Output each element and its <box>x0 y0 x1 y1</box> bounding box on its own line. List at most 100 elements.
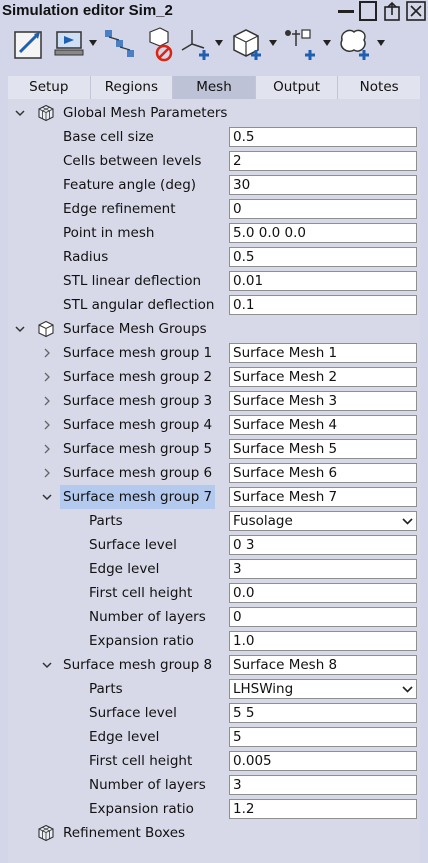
param-label: Expansion ratio <box>89 801 194 817</box>
tree-node-label: Refinement Boxes <box>63 825 186 841</box>
chevron-down-icon[interactable] <box>41 491 53 503</box>
mesh-network-icon[interactable] <box>102 26 136 62</box>
feature-angle-input[interactable]: 30 <box>229 175 417 195</box>
tab-mesh[interactable]: Mesh <box>173 76 256 99</box>
surface-group-row-selected[interactable]: Surface mesh group 7 Surface Mesh 7 <box>0 485 428 509</box>
chevron-right-icon[interactable] <box>41 395 53 407</box>
chevron-right-icon[interactable] <box>41 443 53 455</box>
stl-linear-deflection-input[interactable]: 0.01 <box>229 271 417 291</box>
expansion-ratio-input[interactable]: 1.0 <box>229 631 417 651</box>
surface-group-row[interactable]: Surface mesh group 2 Surface Mesh 2 <box>0 365 428 389</box>
point-in-mesh-input[interactable]: 5.0 0.0 0.0 <box>229 223 417 243</box>
surface-group-name-input[interactable]: Surface Mesh 5 <box>229 439 417 459</box>
detach-icon[interactable] <box>382 1 402 21</box>
surface-group-row[interactable]: Surface mesh group 3 Surface Mesh 3 <box>0 389 428 413</box>
mesh-cube-icon <box>38 824 54 842</box>
surface-group-name-input[interactable]: Surface Mesh 6 <box>229 463 417 483</box>
param-label: Point in mesh <box>63 225 155 241</box>
chevron-right-icon[interactable] <box>41 371 53 383</box>
tab-notes[interactable]: Notes <box>338 76 420 99</box>
surface-group-row[interactable]: Surface mesh group 8 Surface Mesh 8 <box>0 653 428 677</box>
param-label: Number of layers <box>89 777 206 793</box>
surface-group-name-input[interactable]: Surface Mesh 1 <box>229 343 417 363</box>
param-label: Surface level <box>89 705 177 721</box>
chevron-down-icon[interactable] <box>214 39 224 47</box>
param-label: Edge level <box>89 729 160 745</box>
add-surface-icon[interactable] <box>336 26 372 62</box>
surface-cube-icon <box>38 320 54 338</box>
first-cell-height-input[interactable]: 0.0 <box>229 583 417 603</box>
first-cell-height-input[interactable]: 0.005 <box>229 751 417 771</box>
base-cell-size-input[interactable]: 0.5 <box>229 127 417 147</box>
param-row: Point in mesh 5.0 0.0 0.0 <box>0 221 428 245</box>
param-label: Parts <box>89 681 123 697</box>
tree-node-surface-groups[interactable]: Surface Mesh Groups <box>0 317 428 341</box>
param-label: STL linear deflection <box>63 273 202 289</box>
surface-group-label: Surface mesh group 8 <box>63 657 213 673</box>
surface-group-row[interactable]: Surface mesh group 5 Surface Mesh 5 <box>0 437 428 461</box>
tab-setup[interactable]: Setup <box>8 76 91 99</box>
surface-group-row[interactable]: Surface mesh group 4 Surface Mesh 4 <box>0 413 428 437</box>
tree-node-refinement-boxes[interactable]: Refinement Boxes <box>0 821 428 845</box>
toolbar <box>0 22 428 66</box>
number-of-layers-input[interactable]: 3 <box>229 775 417 795</box>
param-label: Feature angle (deg) <box>63 177 197 193</box>
chevron-right-icon[interactable] <box>41 467 53 479</box>
surface-group-name-input[interactable]: Surface Mesh 8 <box>229 655 417 675</box>
chevron-right-icon[interactable] <box>41 419 53 431</box>
tree-node-label: Surface Mesh Groups <box>63 321 207 337</box>
param-label: First cell height <box>89 753 193 769</box>
surface-group-label: Surface mesh group 7 <box>60 485 216 509</box>
surface-group-name-input[interactable]: Surface Mesh 2 <box>229 367 417 387</box>
edge-refinement-input[interactable]: 0 <box>229 199 417 219</box>
surface-level-input[interactable]: 5 5 <box>229 703 417 723</box>
chevron-down-icon[interactable] <box>14 323 26 335</box>
edge-level-input[interactable]: 3 <box>229 559 417 579</box>
cells-between-levels-input[interactable]: 2 <box>229 151 417 171</box>
chevron-down-icon[interactable] <box>268 39 278 47</box>
chevron-down-icon[interactable] <box>41 659 53 671</box>
param-label: STL angular deflection <box>63 297 215 313</box>
import-icon[interactable] <box>12 26 46 62</box>
surface-group-name-input[interactable]: Surface Mesh 7 <box>229 487 417 507</box>
tab-regions[interactable]: Regions <box>90 76 174 99</box>
param-row: Expansion ratio 1.2 <box>0 797 428 821</box>
tab-output[interactable]: Output <box>255 76 339 99</box>
maximize-icon[interactable] <box>358 1 378 21</box>
tree-node-global[interactable]: Global Mesh Parameters <box>0 101 428 125</box>
mesh-cube-icon <box>38 104 54 122</box>
param-row: STL angular deflection 0.1 <box>0 293 428 317</box>
surface-group-label: Surface mesh group 2 <box>63 369 213 385</box>
chevron-down-icon[interactable] <box>322 39 332 47</box>
param-label: Radius <box>63 249 109 265</box>
minimize-icon[interactable] <box>336 1 356 21</box>
parts-select[interactable]: Fusolage <box>229 511 417 531</box>
param-row: Number of layers 0 <box>0 605 428 629</box>
surface-level-input[interactable]: 0 3 <box>229 535 417 555</box>
add-box-icon[interactable] <box>230 26 264 62</box>
radius-input[interactable]: 0.5 <box>229 247 417 267</box>
number-of-layers-input[interactable]: 0 <box>229 607 417 627</box>
surface-group-row[interactable]: Surface mesh group 6 Surface Mesh 6 <box>0 461 428 485</box>
chevron-down-icon[interactable] <box>88 39 98 47</box>
surface-group-name-input[interactable]: Surface Mesh 4 <box>229 415 417 435</box>
param-label: Cells between levels <box>63 153 202 169</box>
param-row: Surface level 5 5 <box>0 701 428 725</box>
add-axis-icon[interactable] <box>180 26 214 62</box>
close-icon[interactable] <box>406 1 426 21</box>
chevron-right-icon[interactable] <box>41 347 53 359</box>
chevron-down-icon <box>402 518 413 525</box>
expansion-ratio-input[interactable]: 1.2 <box>229 799 417 819</box>
param-label: Edge level <box>89 561 160 577</box>
parts-select[interactable]: LHSWing <box>229 679 417 699</box>
surface-group-row[interactable]: Surface mesh group 1 Surface Mesh 1 <box>0 341 428 365</box>
param-row: First cell height 0.005 <box>0 749 428 773</box>
run-icon[interactable] <box>52 26 86 62</box>
chevron-down-icon[interactable] <box>376 39 386 47</box>
edge-level-input[interactable]: 5 <box>229 727 417 747</box>
surface-group-name-input[interactable]: Surface Mesh 3 <box>229 391 417 411</box>
chevron-down-icon[interactable] <box>14 107 26 119</box>
stl-angular-deflection-input[interactable]: 0.1 <box>229 295 417 315</box>
delete-mesh-icon[interactable] <box>142 26 176 62</box>
add-probe-icon[interactable] <box>282 26 318 62</box>
